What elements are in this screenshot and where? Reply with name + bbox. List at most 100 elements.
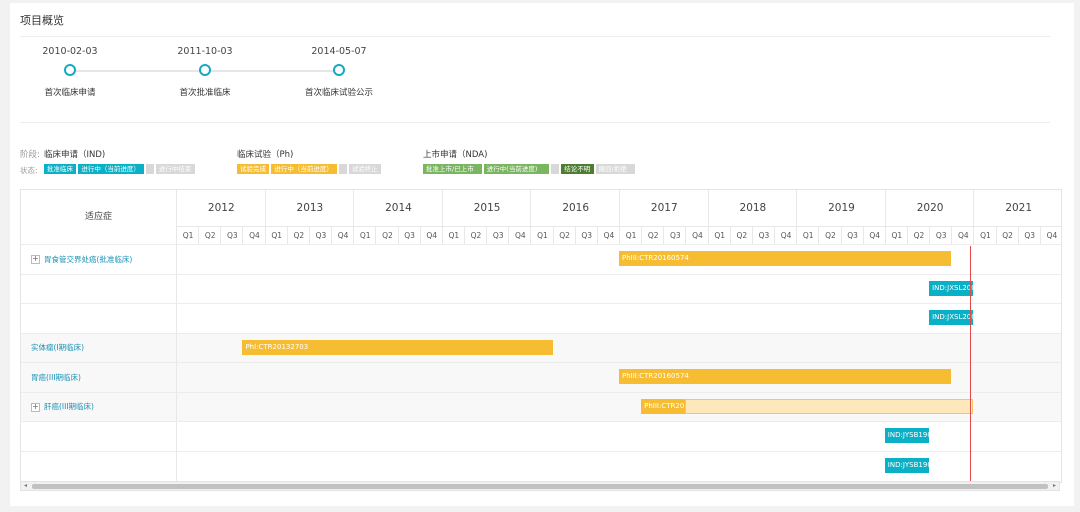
indication-text[interactable]: 胃食管交界处癌(批准临床): [44, 255, 132, 264]
year-header: 2012: [176, 190, 266, 226]
year-header: 2020: [884, 190, 975, 226]
quarter-header: Q4: [774, 226, 798, 245]
quarter-header: Q3: [574, 226, 598, 245]
year-header: 2019: [796, 190, 886, 226]
quarter-header: Q2: [552, 226, 576, 245]
ind-bar[interactable]: IND:JXSL2000118: [929, 310, 974, 326]
quarter-header: Q4: [951, 226, 975, 245]
quarter-header: Q3: [397, 226, 421, 245]
year-header: 2014: [353, 190, 443, 226]
quarter-header: Q4: [508, 226, 532, 245]
quarter-header: Q2: [906, 226, 931, 245]
status-key: 状态:: [20, 166, 38, 175]
milestone-label: 首次批准临床: [179, 88, 231, 98]
quarter-header: Q4: [685, 226, 709, 245]
trial-bar[interactable]: PhIII:CTR20160574: [619, 251, 952, 267]
indication-cell: [21, 451, 177, 481]
quarter-header: Q2: [463, 226, 488, 245]
milestone-dot-icon: [64, 64, 76, 76]
year-header: 2018: [707, 190, 798, 226]
remaining-progress-bar[interactable]: [685, 398, 974, 414]
gantt-chart: 适应症 2012 Q1 Q2 Q3 Q4 2013 Q1 Q2 Q3 Q4 2014 Q1 Q2 Q3 Q4…: [20, 189, 1062, 483]
scroll-left-icon[interactable]: ◂: [21, 482, 30, 490]
indication-link[interactable]: 胃癌(III期临床): [31, 372, 81, 383]
quarter-header: Q4: [596, 226, 620, 245]
legend-phase-name: 上市申请（NDA): [423, 150, 488, 160]
milestone-dot-icon: [333, 64, 345, 76]
indication-cell: [21, 422, 177, 452]
year-header: 2015: [441, 190, 532, 226]
quarter-header: Q2: [729, 226, 753, 245]
legend-status-badge: [338, 164, 347, 174]
ind-bar[interactable]: IND:JYSB1900348: [884, 428, 930, 444]
divider: [20, 36, 1050, 37]
quarter-header: Q3: [929, 226, 953, 245]
horizontal-scrollbar[interactable]: ◂ ▸: [20, 481, 1060, 491]
indication-text[interactable]: 胃癌(III期临床): [31, 373, 81, 382]
year-header: 2017: [619, 190, 709, 226]
quarter-header: Q4: [862, 226, 886, 245]
year-header: 2021: [973, 190, 1061, 226]
legend-status-badge: 试验终止: [348, 164, 382, 174]
indication-text[interactable]: 实体瘤(I期临床): [31, 343, 84, 352]
indication-cell: [21, 304, 177, 334]
quarter-header: Q3: [220, 226, 244, 245]
quarter-header: Q1: [441, 226, 465, 245]
gantt-row: [21, 303, 1061, 334]
legend-status-badge: 批准上市/已上市: [423, 164, 482, 174]
ind-bar[interactable]: IND:JXSL2000117: [929, 280, 974, 296]
milestone-label: 首次临床试验公示: [304, 88, 373, 98]
phase-key: 阶段:: [20, 150, 40, 160]
year-header: 2016: [530, 190, 620, 226]
quarter-header: Q1: [619, 226, 643, 245]
legend-status-badge: 结论不明: [561, 164, 594, 174]
quarter-header: Q2: [818, 226, 842, 245]
section-title: 项目概览: [20, 14, 64, 27]
indication-link[interactable]: 实体瘤(I期临床): [31, 342, 84, 353]
milestone-label: 首次临床申请: [44, 88, 96, 98]
legend-status-badge: 进行中结束: [155, 164, 195, 174]
milestone-date: 2014-05-07: [311, 46, 367, 57]
quarter-header: Q1: [264, 226, 288, 245]
scroll-right-icon[interactable]: ▸: [1050, 482, 1059, 490]
quarter-header: Q4: [242, 226, 266, 245]
quarter-header: Q3: [486, 226, 510, 245]
quarter-header: Q1: [707, 226, 731, 245]
quarter-header: Q4: [331, 226, 355, 245]
legend-status-badge: 进行中（当前进度）: [78, 164, 144, 174]
indication-link[interactable]: + 肝癌(III期临床): [31, 401, 94, 412]
legend-phase-name: 临床试验（Ph): [237, 150, 294, 160]
quarter-header: Q4: [1039, 226, 1061, 245]
legend-status-badge: 撤回/拒绝: [595, 164, 635, 174]
milestone-date: 2011-10-03: [177, 46, 233, 57]
legend-phase-name: 临床申请（IND): [44, 150, 106, 160]
divider: [20, 122, 1050, 123]
expand-icon[interactable]: +: [31, 402, 40, 412]
quarter-header: Q2: [286, 226, 310, 245]
milestone-date: 2010-02-03: [42, 46, 98, 57]
trial-bar[interactable]: PhIII:CTR20160574: [619, 369, 952, 385]
legend-status-badge: 试验完成: [237, 164, 270, 174]
indication-header: 适应症: [21, 190, 177, 244]
expand-icon[interactable]: +: [31, 255, 40, 265]
quarter-header: Q2: [641, 226, 665, 245]
trial-bar[interactable]: PhI:CTR20132703: [242, 339, 553, 355]
indication-text[interactable]: 肝癌(III期临床): [44, 402, 94, 411]
legend-status-badge: [551, 164, 560, 174]
ind-bar[interactable]: IND:JYSB1900349: [884, 457, 930, 473]
milestone-dot-icon: [199, 64, 211, 76]
quarter-header: Q3: [840, 226, 864, 245]
quarter-header: Q1: [353, 226, 377, 245]
indication-cell: [21, 274, 177, 304]
scroll-thumb[interactable]: [32, 484, 1048, 489]
quarter-header: Q3: [663, 226, 687, 245]
indication-link[interactable]: + 胃食管交界处癌(批准临床): [31, 254, 132, 265]
legend-status-badge: 进行中（当前进度）: [271, 164, 337, 174]
quarter-header: Q3: [1017, 226, 1041, 245]
quarter-header: Q1: [884, 226, 908, 245]
quarter-header: Q1: [176, 226, 200, 245]
quarter-header: Q1: [530, 226, 554, 245]
quarter-header: Q3: [751, 226, 776, 245]
quarter-header: Q2: [375, 226, 399, 245]
legend-status-badge: 批准临床: [44, 164, 77, 174]
